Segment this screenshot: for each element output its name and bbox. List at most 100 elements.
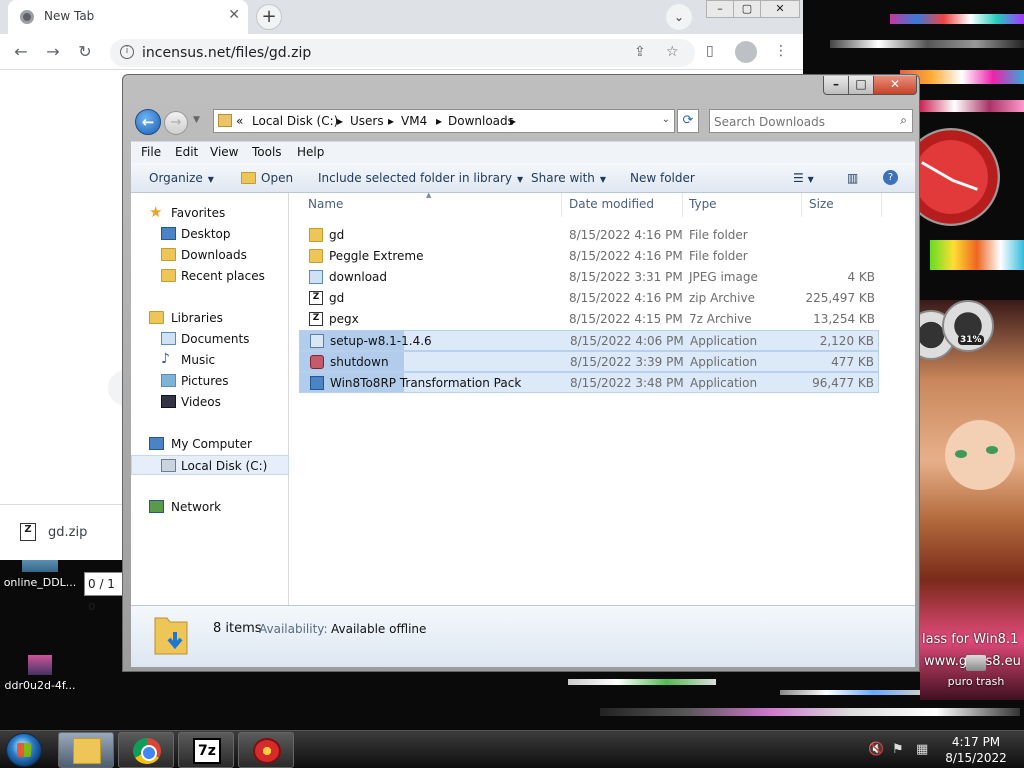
- breadcrumb-downloads[interactable]: Downloads: [448, 114, 514, 128]
- menu-view[interactable]: View: [210, 145, 238, 159]
- breadcrumb-overflow[interactable]: «: [236, 114, 243, 128]
- file-row-selected[interactable]: setup-w8.1-1.4.6 8/15/2022 4:06 PM Appli…: [299, 330, 879, 351]
- bookmark-star-icon[interactable]: ☆: [666, 44, 679, 60]
- column-divider[interactable]: [682, 193, 683, 217]
- back-button[interactable]: ←: [135, 109, 161, 135]
- taskbar-7zip[interactable]: 7z: [178, 732, 234, 768]
- refresh-button[interactable]: ⟳: [677, 109, 699, 133]
- site-info-icon[interactable]: i: [120, 45, 134, 59]
- clock-time: 4:17 PM: [951, 735, 1001, 749]
- breadcrumb[interactable]: « Local Disk (C:) ▸ Users ▸ VM4 ▸ Downlo…: [213, 109, 675, 133]
- search-downloads-box[interactable]: ⌕: [709, 109, 913, 133]
- column-divider[interactable]: [561, 193, 562, 217]
- reload-icon[interactable]: ↻: [74, 41, 96, 63]
- share-with-button[interactable]: Share with ▼: [531, 171, 606, 185]
- network-tray-icon[interactable]: ▦: [916, 742, 928, 757]
- nav-pictures[interactable]: Pictures: [131, 371, 289, 391]
- forward-arrow-icon[interactable]: →: [42, 41, 64, 63]
- chrome-tab-new-tab[interactable]: New Tab ✕: [8, 0, 248, 34]
- desktop-icon-trash[interactable]: puro trash: [936, 655, 1016, 688]
- file-row-selected[interactable]: shutdown 8/15/2022 3:39 PM Application 4…: [299, 351, 879, 372]
- start-button[interactable]: [6, 733, 42, 767]
- breadcrumb-separator-icon[interactable]: ▸: [337, 114, 343, 128]
- taskbar-peggle[interactable]: [238, 732, 294, 768]
- address-history-dropdown-icon[interactable]: ⌄: [662, 114, 670, 125]
- nav-music[interactable]: ♪ Music: [131, 350, 289, 370]
- chrome-maximize-button[interactable]: ▢: [733, 0, 761, 18]
- shutdown-icon: [310, 355, 324, 369]
- view-options-icon[interactable]: ☰ ▼: [793, 171, 814, 185]
- volume-muted-icon[interactable]: 🔇: [868, 742, 884, 757]
- taskbar-chrome[interactable]: [118, 732, 174, 768]
- share-with-label: Share with: [531, 171, 595, 185]
- tab-search-button[interactable]: ⌄: [666, 4, 692, 30]
- file-row-selected[interactable]: Win8To8RP Transformation Pack 8/15/2022 …: [299, 372, 879, 393]
- file-row[interactable]: download 8/15/2022 3:31 PM JPEG image 4 …: [299, 267, 879, 288]
- nav-local-disk[interactable]: Local Disk (C:): [131, 455, 289, 475]
- system-clock[interactable]: 4:17 PM 8/15/2022: [944, 734, 1008, 766]
- forward-button[interactable]: →: [164, 111, 188, 135]
- breadcrumb-vm4[interactable]: VM4: [401, 114, 427, 128]
- new-folder-button[interactable]: New folder: [630, 171, 695, 185]
- nav-videos[interactable]: Videos: [131, 392, 289, 412]
- menu-edit[interactable]: Edit: [175, 145, 198, 159]
- help-icon[interactable]: ?: [883, 170, 898, 185]
- column-divider[interactable]: [881, 193, 882, 217]
- back-arrow-icon[interactable]: ←: [10, 41, 32, 63]
- breadcrumb-users[interactable]: Users: [350, 114, 384, 128]
- profile-avatar-icon[interactable]: [735, 41, 757, 63]
- file-row[interactable]: Z gd 8/15/2022 4:16 PM zip Archive 225,4…: [299, 288, 879, 309]
- search-input[interactable]: [714, 113, 884, 130]
- breadcrumb-separator-icon[interactable]: ▸: [388, 114, 394, 128]
- desktop-icon-ddr0u2d[interactable]: ddr0u2d-4f...: [0, 655, 80, 692]
- action-center-icon[interactable]: ⚑: [892, 742, 904, 757]
- column-header-date-modified[interactable]: Date modified: [569, 197, 654, 211]
- menu-help[interactable]: Help: [297, 145, 324, 159]
- breadcrumb-local-disk[interactable]: Local Disk (C:): [252, 114, 338, 128]
- meter-percent-label: 31%: [958, 335, 984, 345]
- menu-tools[interactable]: Tools: [252, 145, 282, 159]
- nav-my-computer[interactable]: My Computer: [131, 434, 289, 454]
- download-item-name[interactable]: gd.zip: [48, 525, 87, 540]
- nav-downloads[interactable]: Downloads: [131, 245, 289, 265]
- chrome-menu-icon[interactable]: ⋮: [774, 43, 788, 59]
- explorer-maximize-button[interactable]: □: [848, 76, 874, 95]
- nav-recent-places[interactable]: Recent places: [131, 266, 289, 286]
- menu-file[interactable]: File: [141, 145, 161, 159]
- wallpaper-glitch-strip: [890, 14, 1024, 24]
- chevron-down-icon: ▼: [516, 175, 524, 184]
- nav-desktop[interactable]: Desktop: [131, 224, 289, 244]
- organize-button[interactable]: Organize ▼: [149, 171, 214, 185]
- column-header-type[interactable]: Type: [689, 197, 717, 211]
- side-panel-icon[interactable]: ▯: [706, 43, 714, 59]
- preview-pane-icon[interactable]: ▥: [847, 171, 858, 185]
- explorer-close-button[interactable]: ✕: [873, 76, 917, 95]
- column-header-name[interactable]: Name: [308, 197, 343, 211]
- file-row[interactable]: Peggle Extreme 8/15/2022 4:16 PM File fo…: [299, 246, 879, 267]
- breadcrumb-separator-icon[interactable]: ▸: [436, 114, 442, 128]
- nav-documents[interactable]: Documents: [131, 329, 289, 349]
- new-tab-button[interactable]: +: [256, 4, 282, 30]
- column-header-size[interactable]: Size: [809, 197, 834, 211]
- tab-close-icon[interactable]: ✕: [228, 7, 240, 23]
- open-button[interactable]: Open: [261, 171, 293, 185]
- taskbar-explorer[interactable]: [58, 732, 114, 768]
- include-in-library-button[interactable]: Include selected folder in library ▼: [318, 171, 523, 185]
- address-bar[interactable]: i incensus.net/files/gd.zip ⇪ ☆: [110, 39, 695, 67]
- address-bar-url[interactable]: incensus.net/files/gd.zip: [142, 45, 311, 61]
- wallpaper-glitch-strip: [600, 708, 1020, 716]
- search-icon[interactable]: ⌕: [900, 113, 907, 128]
- nav-favorites[interactable]: ★ Favorites: [131, 203, 289, 223]
- nav-network[interactable]: Network: [131, 497, 289, 517]
- share-icon[interactable]: ⇪: [634, 44, 646, 60]
- nav-label: Network: [171, 500, 222, 514]
- recent-pages-dropdown-icon[interactable]: ▼: [193, 115, 200, 125]
- file-row[interactable]: gd 8/15/2022 4:16 PM File folder: [299, 225, 879, 246]
- chrome-minimize-button[interactable]: –: [706, 0, 734, 18]
- explorer-minimize-button[interactable]: –: [823, 76, 849, 95]
- breadcrumb-separator-icon[interactable]: ▸: [510, 114, 516, 128]
- column-divider[interactable]: [801, 193, 802, 217]
- file-row[interactable]: Z pegx 8/15/2022 4:15 PM 7z Archive 13,2…: [299, 309, 879, 330]
- nav-libraries[interactable]: Libraries: [131, 308, 289, 328]
- chrome-close-button[interactable]: ✕: [760, 0, 800, 18]
